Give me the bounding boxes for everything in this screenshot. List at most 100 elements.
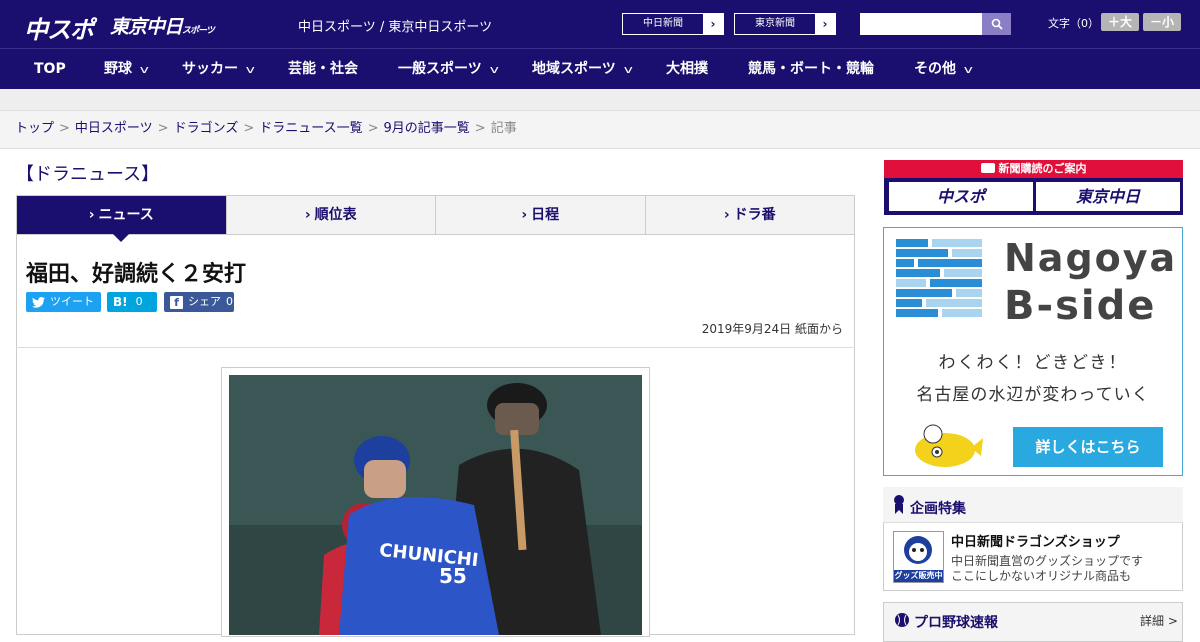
font-size-label: 文字（0） [1048, 17, 1099, 30]
goods-sale-label: グッズ販売中 [894, 571, 943, 580]
tab-reporter[interactable]: › ドラ番 [645, 196, 854, 234]
tokyo-chunichi-logo-text: 東京中日 [110, 16, 183, 38]
chevron-down-icon: v [963, 63, 973, 76]
chevron-right-icon: › [723, 207, 730, 223]
nav-item-label: サッカー [182, 61, 238, 77]
pro-baseball-live-title: プロ野球速報 [914, 615, 998, 631]
ad-brand-line1: Nagoya [1004, 236, 1178, 280]
chevron-right-icon: › [703, 14, 723, 34]
nav-item-label: 一般スポーツ [398, 61, 482, 77]
search-icon [991, 18, 1003, 30]
fried-shrimp-mascot-icon [915, 424, 983, 467]
tab-label: 順位表 [314, 207, 357, 223]
hatena-icon: B! [113, 295, 128, 309]
nav-item-local-sports[interactable]: 地域スポーツ v [532, 49, 633, 90]
tab-schedule[interactable]: › 日程 [436, 196, 646, 234]
nav-item-racing[interactable]: 競馬・ボート・競輪 [748, 49, 874, 90]
nav-item-label: 地域スポーツ [532, 61, 616, 77]
subscribe-tokyo-chunichi[interactable]: 東京中日 [1036, 182, 1180, 211]
ad-details-button[interactable]: 詳しくはこちら [1013, 427, 1163, 467]
baseball-icon [895, 613, 909, 627]
subscribe-chuspo[interactable]: 中スポ [889, 182, 1033, 211]
chunichi-shimbun-link[interactable]: 中日新聞 › [622, 13, 724, 35]
breadcrumb-chunichi-sports[interactable]: 中日スポーツ [75, 121, 153, 136]
nav-item-label: 競馬・ボート・競輪 [748, 61, 874, 77]
breadcrumb-dragons[interactable]: ドラゴンズ [174, 121, 239, 136]
chunichi-shimbun-label: 中日新聞 [623, 14, 703, 34]
twitter-icon [32, 296, 45, 308]
nav-item-sumo[interactable]: 大相撲 [666, 49, 708, 90]
brick-logo-icon [896, 239, 982, 317]
facebook-count: 0 [226, 295, 233, 308]
subscription-title-text: 新聞購読のご案内 [998, 162, 1087, 175]
subscription-title: 新聞購読のご案内 [884, 160, 1183, 178]
hatena-count: 0 [135, 295, 143, 308]
chevron-right-icon: › [304, 207, 311, 223]
font-smaller-button[interactable]: －小 [1143, 13, 1181, 31]
ad-brand-line2: B-side [1004, 283, 1157, 329]
ad-copy-line1: わくわく！どきどき！ [938, 353, 1128, 373]
breadcrumb-separator: > [243, 121, 255, 136]
tokyo-shimbun-label: 東京新聞 [735, 14, 815, 34]
chevron-right-icon: › [88, 207, 95, 223]
tokyo-shimbun-link[interactable]: 東京新聞 › [734, 13, 836, 35]
main-nav: TOP 野球 v サッカー v 芸能・社会 一般スポーツ v 地域スポーツ v 大相撲 … [0, 48, 1200, 89]
nav-item-top[interactable]: TOP [34, 49, 66, 90]
chevron-down-icon: v [623, 63, 633, 76]
nav-item-other[interactable]: その他 v [914, 49, 973, 90]
tab-standings[interactable]: › 順位表 [226, 196, 436, 234]
facebook-share-button[interactable]: f シェア 0 [164, 292, 234, 312]
search-input[interactable] [860, 13, 982, 35]
chevron-down-icon: v [489, 63, 499, 76]
tab-label: 日程 [531, 207, 560, 223]
dragons-shop-thumbnail[interactable]: グッズ販売中 [893, 531, 944, 583]
publish-date: 2019年9月24日 紙面から [701, 322, 843, 336]
article-photo[interactable]: CHUNICHI 55 [229, 375, 642, 635]
tab-label: ニュース [98, 207, 154, 223]
jersey-number: 55 [439, 564, 467, 588]
nav-item-label: 野球 [104, 61, 132, 77]
nav-item-baseball[interactable]: 野球 v [104, 49, 149, 90]
nav-item-label: その他 [914, 61, 956, 77]
font-bigger-button[interactable]: ＋大 [1101, 13, 1139, 31]
chevron-right-icon: › [521, 207, 528, 223]
feature-title: 企画特集 [910, 501, 966, 517]
breadcrumb-top[interactable]: トップ [15, 121, 54, 136]
site-title: 中日スポーツ / 東京中日スポーツ [298, 20, 493, 35]
breadcrumb: トップ > 中日スポーツ > ドラゴンズ > ドラニュース一覧 >9月の記事一覧 > 記事 [0, 111, 1200, 149]
ad-band [0, 89, 1200, 111]
hatena-bookmark-button[interactable]: B! 0 [107, 292, 157, 312]
breadcrumb-dora-news[interactable]: ドラニュース一覧 [259, 121, 362, 136]
dragons-shop-desc-line2: ここにしかないオリジナル商品も [951, 569, 1132, 583]
article-headline: 福田、好調続く２安打 [26, 262, 247, 287]
top-header: 中スポ 東京中日スポーツ 中日スポーツ / 東京中日スポーツ 中日新聞 › 東京… [0, 0, 1200, 48]
search-button[interactable] [982, 13, 1011, 35]
ribbon-icon [894, 495, 904, 514]
newspaper-icon [980, 163, 995, 173]
facebook-share-label: シェア [188, 295, 221, 308]
chuspo-logo[interactable]: 中スポ [24, 10, 94, 45]
tweet-button[interactable]: ツイート [26, 292, 101, 312]
breadcrumb-separator: > [367, 121, 379, 136]
dragons-shop-link[interactable]: 中日新聞ドラゴンズショップ [951, 531, 1120, 550]
baseball-player-illustration: CHUNICHI 55 [229, 375, 642, 635]
nav-item-entertainment[interactable]: 芸能・社会 [288, 49, 358, 90]
ad-copy-line2: 名古屋の水辺が変わっていく [916, 385, 1150, 405]
chevron-down-icon: v [245, 63, 255, 76]
nav-item-label: TOP [34, 61, 66, 77]
news-tabs: › ニュース › 順位表 › 日程 › ドラ番 [16, 195, 855, 242]
tweet-label: ツイート [50, 295, 94, 308]
tab-label: ドラ番 [733, 207, 776, 223]
breadcrumb-september[interactable]: 9月の記事一覧 [384, 121, 470, 136]
nav-item-soccer[interactable]: サッカー v [182, 49, 255, 90]
facebook-icon: f [170, 295, 183, 309]
pro-baseball-details-link[interactable]: 詳細 > [1140, 612, 1178, 629]
breadcrumb-current: 記事 [490, 121, 517, 136]
breadcrumb-separator: > [59, 121, 70, 136]
tokyo-chunichi-logo[interactable]: 東京中日スポーツ [110, 12, 215, 39]
nav-item-general-sports[interactable]: 一般スポーツ v [398, 49, 499, 90]
section-title: 【ドラニュース】 [16, 164, 160, 185]
tab-news[interactable]: › ニュース [17, 196, 227, 242]
tokyo-chunichi-logo-sub: スポーツ [182, 26, 215, 36]
divider [16, 347, 855, 348]
